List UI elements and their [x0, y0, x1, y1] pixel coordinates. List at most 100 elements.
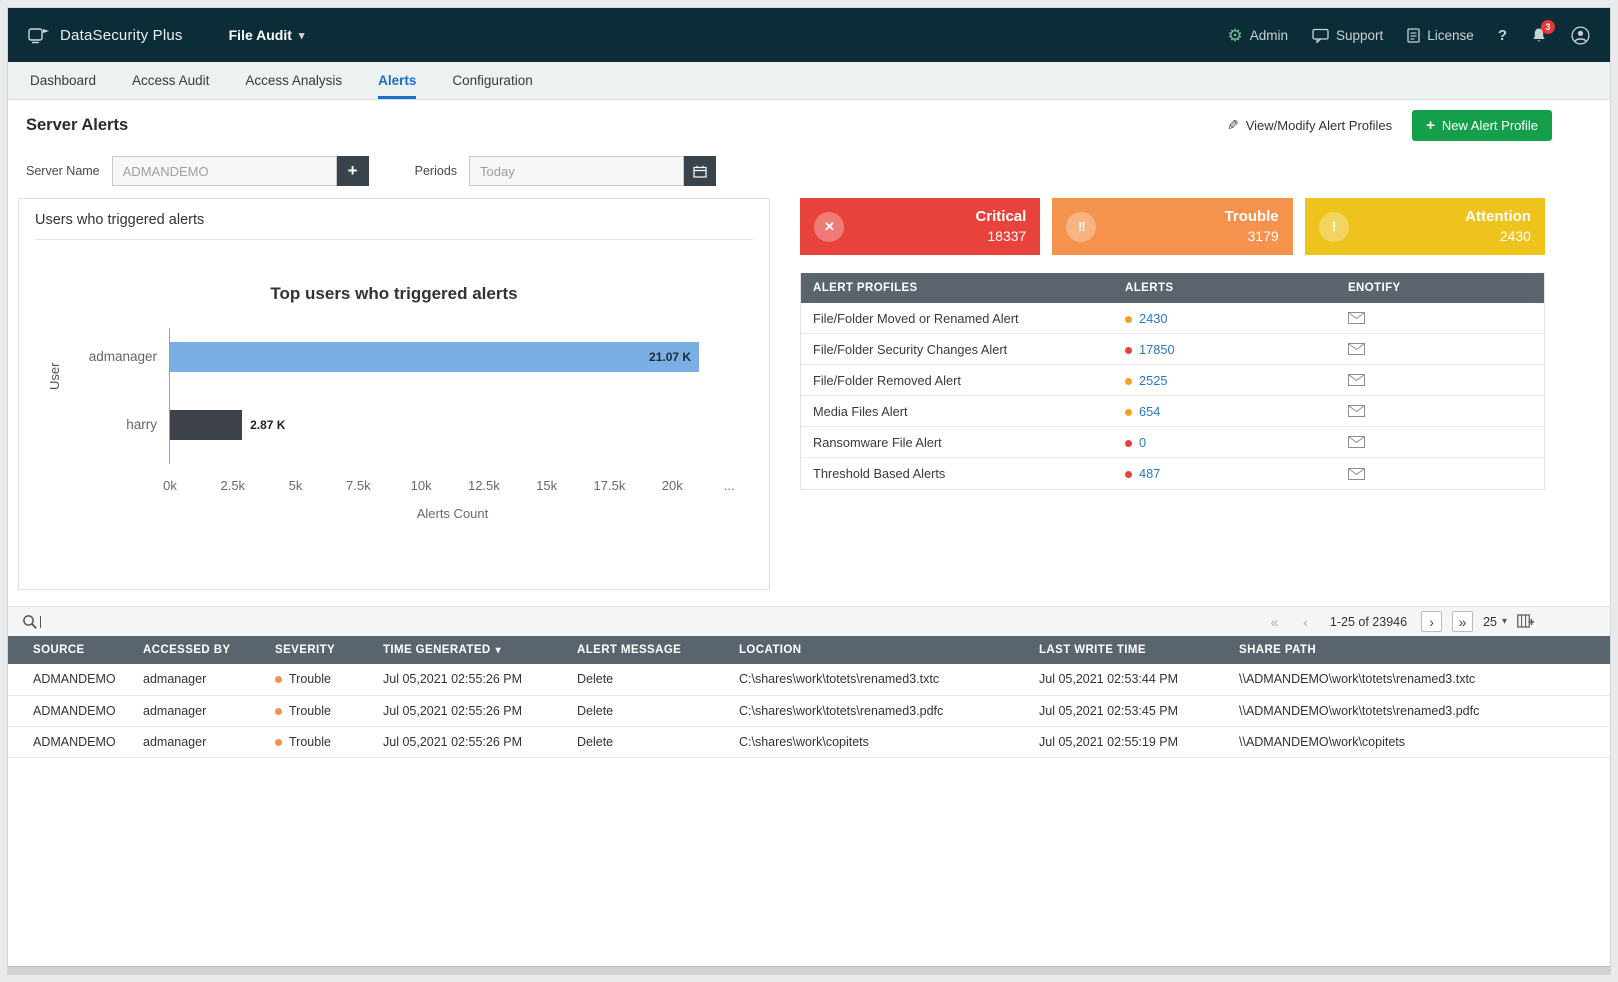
- server-name-input[interactable]: [112, 156, 337, 186]
- cell-source: ADMANDEMO: [8, 695, 135, 726]
- cell-severity: Trouble: [267, 726, 375, 757]
- category-label-harry: harry: [19, 410, 157, 440]
- alert-profiles-header: ALERT PROFILES ALERTS ENOTIFY: [801, 273, 1544, 303]
- enotify-envelope-icon[interactable]: [1348, 405, 1365, 417]
- page-header-actions: ✎ View/Modify Alert Profiles + New Alert…: [1227, 110, 1552, 141]
- server-name-label: Server Name: [26, 164, 100, 178]
- column-chooser-button[interactable]: [1517, 614, 1534, 629]
- profile-row: Media Files Alert 654: [801, 396, 1544, 427]
- support-label: Support: [1336, 28, 1383, 43]
- bar-admanager[interactable]: 21.07 K: [170, 342, 699, 372]
- col-location[interactable]: LOCATION: [731, 636, 1031, 664]
- attention-count: 2430: [1465, 227, 1531, 247]
- new-alert-profile-button[interactable]: + New Alert Profile: [1412, 110, 1552, 141]
- col-severity[interactable]: SEVERITY: [267, 636, 375, 664]
- tab-access-audit[interactable]: Access Audit: [132, 62, 209, 99]
- cell-alert-message: Delete: [569, 726, 731, 757]
- x-tick: 17.5k: [594, 478, 626, 493]
- tab-alerts[interactable]: Alerts: [378, 62, 416, 99]
- cell-accessed-by: admanager: [135, 695, 267, 726]
- profile-name: File/Folder Moved or Renamed Alert: [801, 311, 1113, 326]
- trouble-card[interactable]: !! Trouble 3179: [1052, 198, 1292, 255]
- enotify-envelope-icon[interactable]: [1348, 343, 1365, 355]
- cell-alert-message: Delete: [569, 664, 731, 695]
- critical-label: Critical: [975, 206, 1026, 227]
- alert-count-link[interactable]: 487: [1139, 466, 1160, 481]
- notifications-button[interactable]: 3: [1531, 27, 1547, 44]
- cell-time-generated: Jul 05,2021 02:55:26 PM: [375, 664, 569, 695]
- top-navbar: DataSecurity Plus File Audit ▾ ⚙ Admin S…: [8, 8, 1610, 62]
- col-source[interactable]: SOURCE: [8, 636, 135, 664]
- admin-menu[interactable]: ⚙ Admin: [1227, 27, 1288, 44]
- x-tick: 10k: [411, 478, 432, 493]
- enotify-envelope-icon[interactable]: [1348, 374, 1365, 386]
- page-size-select[interactable]: 25 ▾: [1483, 615, 1507, 629]
- help-button[interactable]: ?: [1498, 27, 1507, 44]
- table-row[interactable]: ADMANDEMO admanager Trouble Jul 05,2021 …: [8, 664, 1610, 695]
- col-share-path[interactable]: SHARE PATH: [1231, 636, 1610, 664]
- cell-last-write-time: Jul 05,2021 02:53:44 PM: [1031, 664, 1231, 695]
- x-tick: 0k: [163, 478, 177, 493]
- alerts-table: SOURCE ACCESSED BY SEVERITY TIME GENERAT…: [8, 636, 1610, 758]
- first-page-button[interactable]: «: [1264, 611, 1285, 632]
- user-avatar-icon: [1571, 26, 1590, 45]
- x-tick: 12.5k: [468, 478, 500, 493]
- cell-last-write-time: Jul 05,2021 02:53:45 PM: [1031, 695, 1231, 726]
- alert-count-link[interactable]: 2525: [1139, 373, 1167, 388]
- module-selector[interactable]: File Audit ▾: [229, 27, 305, 43]
- alert-count-link[interactable]: 0: [1139, 435, 1146, 450]
- critical-count: 18337: [975, 227, 1026, 247]
- support-menu[interactable]: Support: [1312, 28, 1383, 43]
- cell-severity: Trouble: [267, 695, 375, 726]
- chevron-down-icon: ▾: [299, 29, 305, 42]
- col-accessed-by[interactable]: ACCESSED BY: [135, 636, 267, 664]
- attention-card[interactable]: ! Attention 2430: [1305, 198, 1545, 255]
- cell-alert-message: Delete: [569, 695, 731, 726]
- periods-input[interactable]: [469, 156, 684, 186]
- table-row[interactable]: ADMANDEMO admanager Trouble Jul 05,2021 …: [8, 726, 1610, 757]
- alert-count-link[interactable]: 2430: [1139, 311, 1167, 326]
- profile-name: File/Folder Removed Alert: [801, 373, 1113, 388]
- x-tick-ellipsis: ...: [724, 478, 735, 493]
- license-label: License: [1427, 28, 1474, 43]
- alert-profiles-table: ALERT PROFILES ALERTS ENOTIFY File/Folde…: [800, 273, 1545, 490]
- license-menu[interactable]: License: [1407, 28, 1474, 43]
- col-time-generated[interactable]: TIME GENERATED▾: [375, 636, 569, 664]
- prev-page-button[interactable]: ‹: [1295, 611, 1316, 632]
- user-menu[interactable]: [1571, 26, 1590, 45]
- alert-count-link[interactable]: 17850: [1139, 342, 1175, 357]
- admin-gear-icon: ⚙: [1227, 27, 1242, 44]
- severity-dot: [1125, 440, 1132, 447]
- page-title: Server Alerts: [26, 116, 128, 135]
- next-page-button[interactable]: ›: [1421, 611, 1442, 632]
- tab-access-analysis[interactable]: Access Analysis: [245, 62, 342, 99]
- severity-dot: [275, 676, 282, 683]
- cell-share-path: \\ADMANDEMO\work\totets\renamed3.txtc: [1231, 664, 1610, 695]
- alert-count-link[interactable]: 654: [1139, 404, 1160, 419]
- app-window: DataSecurity Plus File Audit ▾ ⚙ Admin S…: [8, 8, 1610, 974]
- trouble-label: Trouble: [1224, 206, 1278, 227]
- col-last-write-time[interactable]: LAST WRITE TIME: [1031, 636, 1231, 664]
- periods-label: Periods: [415, 164, 457, 178]
- search-button[interactable]: [22, 614, 41, 630]
- col-alert-message[interactable]: ALERT MESSAGE: [569, 636, 731, 664]
- table-row[interactable]: ADMANDEMO admanager Trouble Jul 05,2021 …: [8, 695, 1610, 726]
- x-tick: 15k: [536, 478, 557, 493]
- bar-harry[interactable]: 2.87 K: [170, 410, 242, 440]
- chart-title: Top users who triggered alerts: [19, 284, 769, 304]
- tab-dashboard[interactable]: Dashboard: [30, 62, 96, 99]
- tab-configuration[interactable]: Configuration: [452, 62, 532, 99]
- enotify-envelope-icon[interactable]: [1348, 468, 1365, 480]
- critical-card[interactable]: ✕ Critical 18337: [800, 198, 1040, 255]
- profile-row: File/Folder Moved or Renamed Alert 2430: [801, 303, 1544, 334]
- enotify-envelope-icon[interactable]: [1348, 312, 1365, 324]
- profile-row: Threshold Based Alerts 487: [801, 458, 1544, 489]
- new-alert-profile-label: New Alert Profile: [1442, 118, 1538, 133]
- horizontal-scrollbar[interactable]: [8, 966, 1610, 974]
- col-alert-profiles: ALERT PROFILES: [801, 282, 1113, 294]
- view-modify-alert-profiles-link[interactable]: ✎ View/Modify Alert Profiles: [1227, 117, 1392, 134]
- calendar-button[interactable]: [684, 156, 716, 186]
- enotify-envelope-icon[interactable]: [1348, 436, 1365, 448]
- last-page-button[interactable]: »: [1452, 611, 1473, 632]
- add-server-button[interactable]: +: [337, 156, 369, 186]
